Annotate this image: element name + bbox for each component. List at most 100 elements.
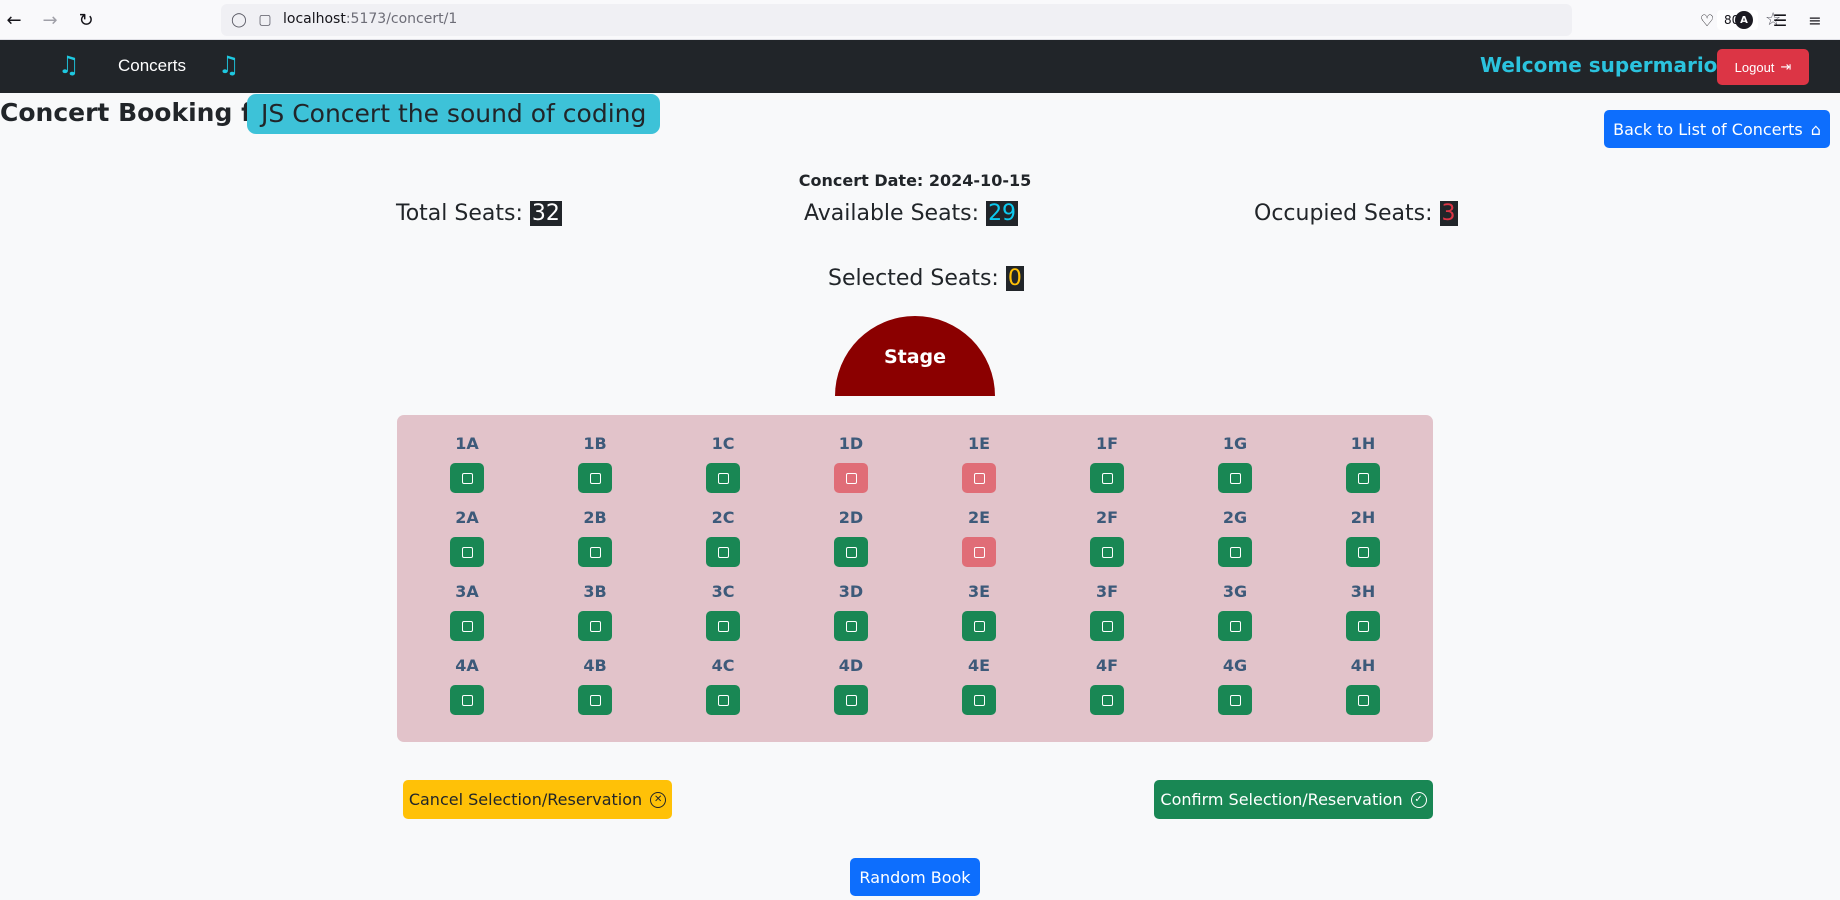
seat-square-icon [1229,546,1241,558]
occupied-seats-stat: Occupied Seats: 3 [1254,201,1458,226]
available-seat-button[interactable] [450,685,484,715]
extensions-icon[interactable]: ☰ [1767,7,1793,33]
available-seat-button[interactable] [962,685,996,715]
available-seat-button[interactable] [706,685,740,715]
available-seat-button[interactable] [1218,611,1252,641]
seat-square-icon [717,620,729,632]
seat-3F: 3F [1089,581,1125,641]
occupied-seat-button[interactable] [834,463,868,493]
url-path: :5173/concert/1 [345,11,458,27]
menu-icon[interactable]: ≡ [1802,7,1828,33]
home-icon: ⌂ [1810,119,1821,139]
available-seat-button[interactable] [834,537,868,567]
seat-square-icon [1229,620,1241,632]
available-seat-button[interactable] [706,611,740,641]
page-icon[interactable]: ▢ [257,12,273,28]
seat-square-icon [717,546,729,558]
seat-label: 3F [1095,582,1119,601]
logout-icon: ⇥ [1780,59,1792,74]
music-note-icon[interactable]: ♫ [58,53,80,77]
seat-square-icon [589,546,601,558]
available-seat-button[interactable] [1218,537,1252,567]
logout-button[interactable]: Logout ⇥ [1717,49,1809,85]
available-seat-button[interactable] [1090,463,1124,493]
forward-arrow-icon[interactable]: → [36,6,64,34]
available-seat-button[interactable] [1218,685,1252,715]
available-seat-button[interactable] [1346,685,1380,715]
seat-label: 4F [1095,656,1119,675]
occupied-seats-value: 3 [1439,201,1458,226]
seat-square-icon [1229,694,1241,706]
reload-icon[interactable]: ↻ [72,6,100,34]
seat-3A: 3A [449,581,485,641]
seat-label: 3B [583,582,607,601]
seat-square-icon [461,620,473,632]
confirm-selection-button[interactable]: Confirm Selection/Reservation ✓ [1154,780,1433,819]
cancel-selection-button[interactable]: Cancel Selection/Reservation ✕ [403,780,672,819]
total-seats-stat: Total Seats: 32 [396,201,562,226]
available-seat-button[interactable] [1346,537,1380,567]
available-seat-button[interactable] [834,611,868,641]
available-seat-button[interactable] [1090,537,1124,567]
random-book-button[interactable]: Random Book [850,858,980,896]
seat-label: 4E [967,656,991,675]
available-seats-label: Available Seats: [804,201,980,226]
seat-2F: 2F [1089,507,1125,567]
selected-seats-stat: Selected Seats: 0 [828,266,1024,291]
seat-2A: 2A [449,507,485,567]
available-seat-button[interactable] [706,537,740,567]
available-seat-button[interactable] [578,611,612,641]
occupied-seat-button[interactable] [962,537,996,567]
seat-label: 4C [711,656,735,675]
shield-icon[interactable]: ◯ [231,12,247,28]
available-seat-button[interactable] [1218,463,1252,493]
seat-label: 2G [1222,508,1248,527]
seat-label: 1F [1095,434,1119,453]
available-seat-button[interactable] [578,463,612,493]
available-seat-button[interactable] [578,537,612,567]
account-icon[interactable]: A [1731,7,1757,33]
seat-3E: 3E [961,581,997,641]
back-arrow-icon[interactable]: ← [0,6,28,34]
seat-label: 4A [455,656,479,675]
seat-square-icon [845,694,857,706]
total-seats-value: 32 [529,201,562,226]
available-seat-button[interactable] [1090,685,1124,715]
concert-date: Concert Date: 2024-10-15 [798,171,1032,190]
seat-square-icon [717,472,729,484]
available-seat-button[interactable] [962,611,996,641]
seat-label: 1H [1350,434,1376,453]
music-note-icon: ♫ [218,51,240,79]
seat-square-icon [717,694,729,706]
available-seat-button[interactable] [450,537,484,567]
seat-square-icon [461,546,473,558]
available-seat-button[interactable] [1090,611,1124,641]
url-text[interactable]: localhost:5173/concert/1 [283,11,457,27]
seat-square-icon [1229,472,1241,484]
seat-label: 2B [583,508,607,527]
available-seat-button[interactable] [578,685,612,715]
seat-label: 4G [1222,656,1248,675]
seat-4F: 4F [1089,655,1125,715]
pocket-icon[interactable]: ♡ [1694,7,1720,33]
concerts-nav-link[interactable]: Concerts [118,56,186,76]
available-seat-button[interactable] [450,611,484,641]
seat-label: 1A [455,434,479,453]
available-seat-button[interactable] [1346,463,1380,493]
stage: Stage [835,316,995,396]
seat-1A: 1A [449,433,485,493]
app-navbar: ♫ Concerts ♫ Welcome supermario Logout ⇥ [0,40,1840,93]
seat-label: 4D [838,656,864,675]
seat-square-icon [1357,472,1369,484]
seat-label: 3G [1222,582,1248,601]
available-seat-button[interactable] [1346,611,1380,641]
seat-3H: 3H [1345,581,1381,641]
available-seat-button[interactable] [834,685,868,715]
address-bar[interactable]: ◯ ▢ localhost:5173/concert/1 80% ☆ [221,4,1781,36]
back-to-list-button[interactable]: Back to List of Concerts ⌂ [1604,110,1830,148]
seat-4C: 4C [705,655,741,715]
seat-label: 2H [1350,508,1376,527]
available-seat-button[interactable] [706,463,740,493]
occupied-seat-button[interactable] [962,463,996,493]
available-seat-button[interactable] [450,463,484,493]
